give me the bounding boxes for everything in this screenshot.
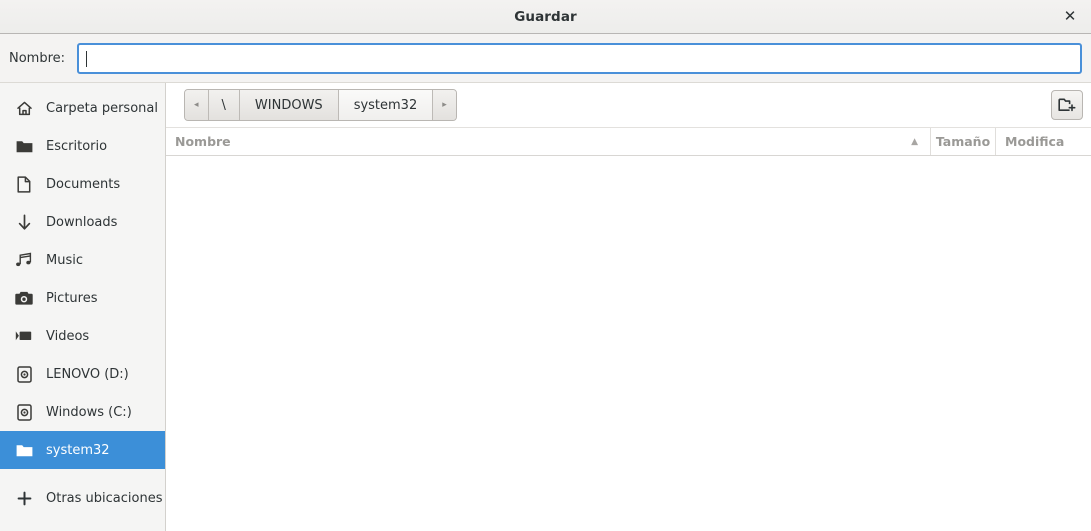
plus-icon: [14, 488, 34, 508]
sidebar-item-music[interactable]: Music: [0, 241, 165, 279]
sidebar-item-label: Pictures: [46, 290, 98, 306]
sidebar-item-carpeta-personal[interactable]: Carpeta personal: [0, 89, 165, 127]
breadcrumb-item-windows[interactable]: WINDOWS: [239, 90, 339, 120]
close-icon[interactable]: ✕: [1058, 5, 1082, 29]
name-row: Nombre:: [0, 34, 1091, 83]
breadcrumb-item-root[interactable]: \: [208, 90, 240, 120]
filename-input[interactable]: [85, 44, 1074, 72]
sidebar-item-windows-c[interactable]: Windows (C:): [0, 393, 165, 431]
folder-icon: [14, 440, 34, 460]
places-sidebar: Carpeta personal Escritorio Documents Do…: [0, 83, 166, 531]
save-dialog: Guardar ✕ Nombre: Carpeta personal Escri…: [0, 0, 1091, 531]
sidebar-item-documents[interactable]: Documents: [0, 165, 165, 203]
dialog-body: Carpeta personal Escritorio Documents Do…: [0, 83, 1091, 531]
sidebar-item-downloads[interactable]: Downloads: [0, 203, 165, 241]
places-list: Carpeta personal Escritorio Documents Do…: [0, 89, 165, 517]
sidebar-item-videos[interactable]: Videos: [0, 317, 165, 355]
column-header-name[interactable]: Nombre ▲: [166, 128, 930, 155]
sidebar-item-label: Carpeta personal: [46, 100, 158, 116]
sidebar-item-escritorio[interactable]: Escritorio: [0, 127, 165, 165]
column-header-size[interactable]: Tamaño: [930, 128, 995, 155]
file-browser: ◂ \ WINDOWS system32 ▸ Nombre ▲ Tamaño M…: [166, 83, 1091, 531]
music-note-icon: [14, 250, 34, 270]
sidebar-item-other-locations[interactable]: Otras ubicaciones: [0, 479, 165, 517]
column-headers: Nombre ▲ Tamaño Modifica: [166, 128, 1091, 156]
sidebar-item-lenovo-d[interactable]: LENOVO (D:): [0, 355, 165, 393]
home-icon: [14, 98, 34, 118]
dialog-title: Guardar: [514, 8, 577, 25]
path-bar-row: ◂ \ WINDOWS system32 ▸: [166, 83, 1091, 128]
sidebar-item-label: Windows (C:): [46, 404, 132, 420]
document-icon: [14, 174, 34, 194]
camera-icon: [14, 288, 34, 308]
name-label: Nombre:: [9, 50, 66, 66]
sidebar-item-label: LENOVO (D:): [46, 366, 129, 382]
column-header-name-label: Nombre: [175, 134, 231, 149]
breadcrumb-back-button[interactable]: ◂: [185, 90, 209, 120]
sidebar-item-label: Videos: [46, 328, 90, 344]
folder-icon: [14, 136, 34, 156]
column-header-modified[interactable]: Modifica: [995, 128, 1091, 155]
sidebar-item-label: Documents: [46, 176, 121, 192]
breadcrumb: ◂ \ WINDOWS system32 ▸: [184, 89, 457, 121]
hard-drive-icon: [14, 402, 34, 422]
sidebar-item-system32[interactable]: system32: [0, 431, 165, 469]
sidebar-item-label: system32: [46, 442, 110, 458]
sort-ascending-icon: ▲: [911, 136, 918, 147]
file-list[interactable]: [166, 156, 1091, 531]
title-bar: Guardar ✕: [0, 0, 1091, 34]
download-arrow-icon: [14, 212, 34, 232]
new-folder-button[interactable]: [1051, 90, 1083, 120]
sidebar-item-pictures[interactable]: Pictures: [0, 279, 165, 317]
hard-drive-icon: [14, 364, 34, 384]
text-caret: [86, 50, 88, 67]
name-input-wrapper[interactable]: [77, 42, 1082, 74]
breadcrumb-forward-button[interactable]: ▸: [433, 90, 456, 120]
sidebar-item-label: Downloads: [46, 214, 118, 230]
sidebar-item-label: Escritorio: [46, 138, 108, 154]
new-folder-icon: [1058, 97, 1076, 113]
breadcrumb-item-system32[interactable]: system32: [338, 90, 434, 120]
sidebar-item-label: Otras ubicaciones: [46, 490, 163, 506]
video-camera-icon: [14, 326, 34, 346]
sidebar-item-label: Music: [46, 252, 83, 268]
